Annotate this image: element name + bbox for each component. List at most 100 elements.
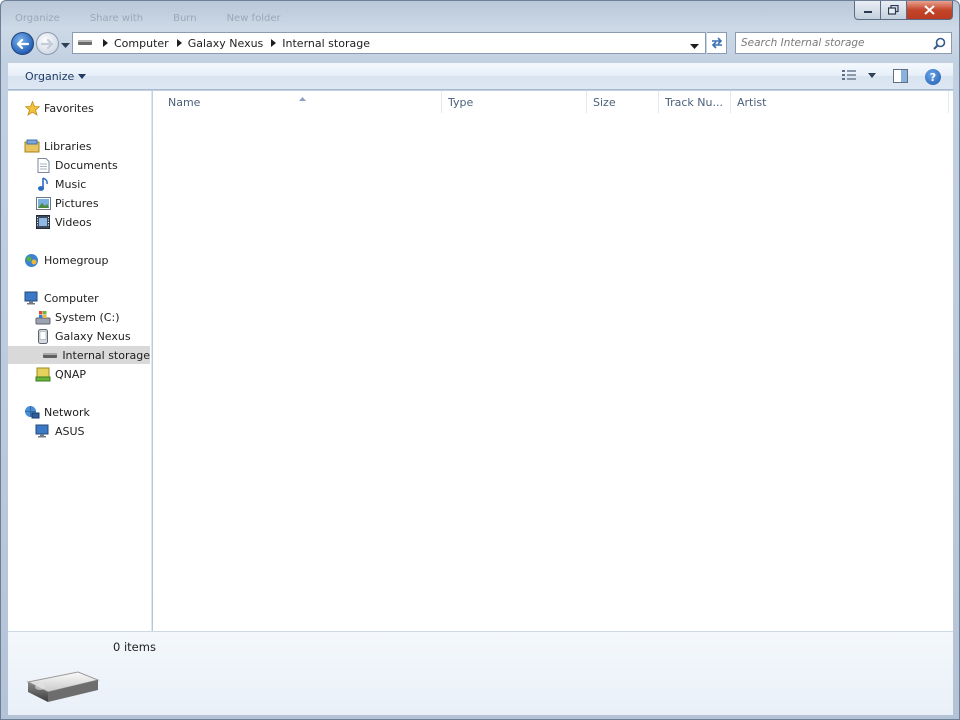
refresh-button[interactable] [707,32,727,54]
documents-icon [35,157,51,173]
network-computer-icon [35,423,51,439]
nav-computer[interactable]: Computer [24,289,99,307]
nav-system-c[interactable]: System (C:) [35,308,120,326]
nav-music-label: Music [55,177,87,191]
libraries-icon [24,138,40,154]
address-history-dropdown[interactable] [690,40,699,53]
navigation-pane: Favorites Libraries Documents Music Pict… [8,91,152,631]
details-pane: 0 items [8,631,953,715]
nav-videos[interactable]: Videos [35,213,92,231]
chevron-down-icon [868,72,876,78]
nav-galaxy-nexus-label: Galaxy Nexus [55,329,131,343]
help-button[interactable]: ? [925,69,941,85]
music-icon [35,176,51,192]
column-divider[interactable] [730,91,731,113]
nav-favorites-label: Favorites [44,101,94,115]
system-drive-icon [35,309,51,325]
back-button[interactable] [11,32,34,55]
column-divider[interactable] [658,91,659,113]
ghost-menu-share: Share with [89,13,144,24]
nav-network-label: Network [44,405,90,419]
column-artist-label: Artist [737,95,767,109]
column-header-size[interactable]: Size [593,91,616,113]
details-view-icon [842,70,856,80]
storage-drive-icon [42,347,58,363]
column-size-label: Size [593,95,616,109]
breadcrumb-computer[interactable]: Computer [114,37,169,50]
phone-icon [35,328,51,344]
nav-favorites[interactable]: Favorites [24,99,94,117]
caption-buttons [854,1,953,20]
preview-pane-icon [893,69,908,83]
column-name-label: Name [168,95,201,109]
videos-icon [35,214,51,230]
column-header-artist[interactable]: Artist [737,91,766,113]
column-type-label: Type [448,95,474,109]
forward-button[interactable] [36,32,59,55]
organize-button[interactable]: Organize [25,70,87,83]
recent-pages-button[interactable] [61,39,70,52]
pictures-icon [35,195,51,211]
nav-asus[interactable]: ASUS [35,422,85,440]
items-count: 0 items [113,640,156,654]
column-divider[interactable] [441,91,442,113]
search-box[interactable] [735,32,952,54]
breadcrumb-galaxy-nexus[interactable]: Galaxy Nexus [188,37,264,50]
nav-libraries[interactable]: Libraries [24,137,92,155]
nav-internal-storage-label: Internal storage [62,348,150,362]
nav-homegroup-label: Homegroup [44,253,109,267]
nav-computer-label: Computer [44,291,99,305]
breadcrumb-internal-storage[interactable]: Internal storage [282,37,370,50]
nav-documents[interactable]: Documents [35,156,118,174]
nav-asus-label: ASUS [55,424,85,438]
nav-galaxy-nexus[interactable]: Galaxy Nexus [35,327,131,345]
close-button[interactable] [907,1,953,20]
organize-label: Organize [25,70,75,83]
column-divider[interactable] [948,91,949,113]
column-header-name[interactable]: Name [168,91,200,113]
nav-network[interactable]: Network [24,403,90,421]
help-icon: ? [929,70,937,84]
maximize-button[interactable] [881,1,907,20]
search-input[interactable] [741,33,931,53]
minimize-button[interactable] [854,1,881,20]
nav-qnap[interactable]: QNAP [35,365,86,383]
breadcrumb-separator-icon[interactable] [176,39,182,47]
minimize-icon [863,11,872,13]
ghost-menu-burn: Burn [173,13,197,24]
file-list-pane[interactable]: Name Type Size Track Nu... Artist [153,91,953,631]
nav-system-c-label: System (C:) [55,310,120,324]
drive-icon [77,37,93,50]
refresh-icon [711,37,722,49]
nav-pictures[interactable]: Pictures [35,194,99,212]
close-icon [924,5,935,15]
nav-internal-storage[interactable]: Internal storage [8,346,150,364]
nav-music[interactable]: Music [35,175,86,193]
change-view-button[interactable] [842,69,876,81]
explorer-window: Organize Share with Burn New folder Comp… [0,0,960,720]
breadcrumb-separator-icon[interactable] [271,39,277,47]
column-track-number-label: Track Nu... [665,95,723,109]
nav-pictures-label: Pictures [55,196,99,210]
arrow-left-icon [16,38,29,49]
chevron-down-icon [78,74,87,79]
preview-pane-button[interactable] [893,69,908,86]
nav-homegroup[interactable]: Homegroup [24,251,108,269]
search-icon[interactable] [933,37,946,53]
command-bar: Organize ? [8,62,953,90]
column-header-track-number[interactable]: Track Nu... [665,91,723,113]
homegroup-icon [24,252,40,268]
chevron-down-icon [690,44,699,49]
breadcrumb-separator-icon[interactable] [103,39,108,47]
column-header-type[interactable]: Type [448,91,473,113]
network-icon [24,404,40,420]
restore-icon [888,5,899,15]
ghost-menu: Organize Share with Burn New folder [15,13,281,24]
column-divider[interactable] [586,91,587,113]
computer-icon [24,290,40,306]
nav-videos-label: Videos [55,215,92,229]
storage-drive-large-icon [22,666,102,709]
arrow-right-icon [41,38,54,49]
address-bar[interactable]: Computer Galaxy Nexus Internal storage [72,32,706,54]
nav-qnap-label: QNAP [55,367,87,381]
